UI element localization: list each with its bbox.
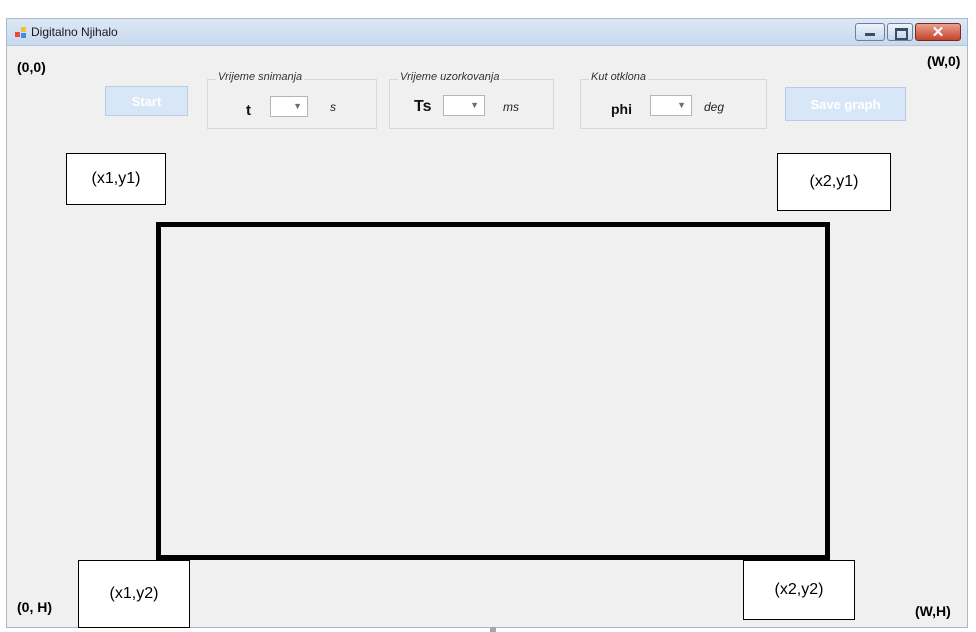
sampling-time-title: Vrijeme uzorkovanja <box>398 71 502 83</box>
start-button[interactable]: Start <box>105 86 188 116</box>
corner-label-top-right: (W,0) <box>927 53 961 69</box>
chevron-down-icon: ▼ <box>677 100 686 110</box>
sampling-time-group: Vrijeme uzorkovanja Ts ▼ ms <box>389 71 554 129</box>
corner-label-bottom-right: (W,H) <box>915 603 951 619</box>
recording-time-title: Vrijeme snimanja <box>216 71 305 83</box>
graph-canvas[interactable] <box>156 222 830 560</box>
recording-time-unit: s <box>330 100 336 114</box>
window-title: Digitalno Njihalo <box>31 25 118 39</box>
minimize-icon <box>865 33 875 36</box>
corner-label-bottom-left: (0, H) <box>17 599 52 615</box>
chevron-down-icon: ▼ <box>293 101 302 111</box>
maximize-button[interactable] <box>887 23 913 41</box>
deflection-angle-select[interactable]: ▼ <box>650 95 692 116</box>
app-icon <box>15 27 27 38</box>
maximize-icon <box>895 28 908 40</box>
coord-label-x1-y1: (x1,y1) <box>66 153 166 205</box>
corner-label-top-left: (0,0) <box>17 59 46 75</box>
deflection-angle-group: Kut otklona phi ▼ deg <box>580 71 767 129</box>
deflection-angle-unit: deg <box>704 100 725 114</box>
close-button[interactable]: ✕ <box>915 23 961 41</box>
minimize-button[interactable] <box>855 23 885 41</box>
coord-label-x2-y2: (x2,y2) <box>743 560 855 620</box>
chevron-down-icon: ▼ <box>470 100 479 110</box>
recording-time-variable: t <box>246 102 251 119</box>
coord-label-x2-y1: (x2,y1) <box>777 153 891 211</box>
recording-time-group: Vrijeme snimanja t ▼ s <box>207 71 377 129</box>
resize-handle[interactable] <box>490 627 496 632</box>
title-bar[interactable]: Digitalno Njihalo ✕ <box>7 19 967 46</box>
sampling-time-unit: ms <box>503 100 519 114</box>
close-icon: ✕ <box>931 24 945 41</box>
deflection-angle-variable: phi <box>611 101 632 117</box>
sampling-time-select[interactable]: ▼ <box>443 95 485 116</box>
deflection-angle-title: Kut otklona <box>589 71 649 83</box>
recording-time-select[interactable]: ▼ <box>270 96 308 117</box>
save-graph-button[interactable]: Save graph <box>785 87 906 121</box>
coord-label-x1-y2: (x1,y2) <box>78 560 190 628</box>
sampling-time-variable: Ts <box>414 98 432 115</box>
